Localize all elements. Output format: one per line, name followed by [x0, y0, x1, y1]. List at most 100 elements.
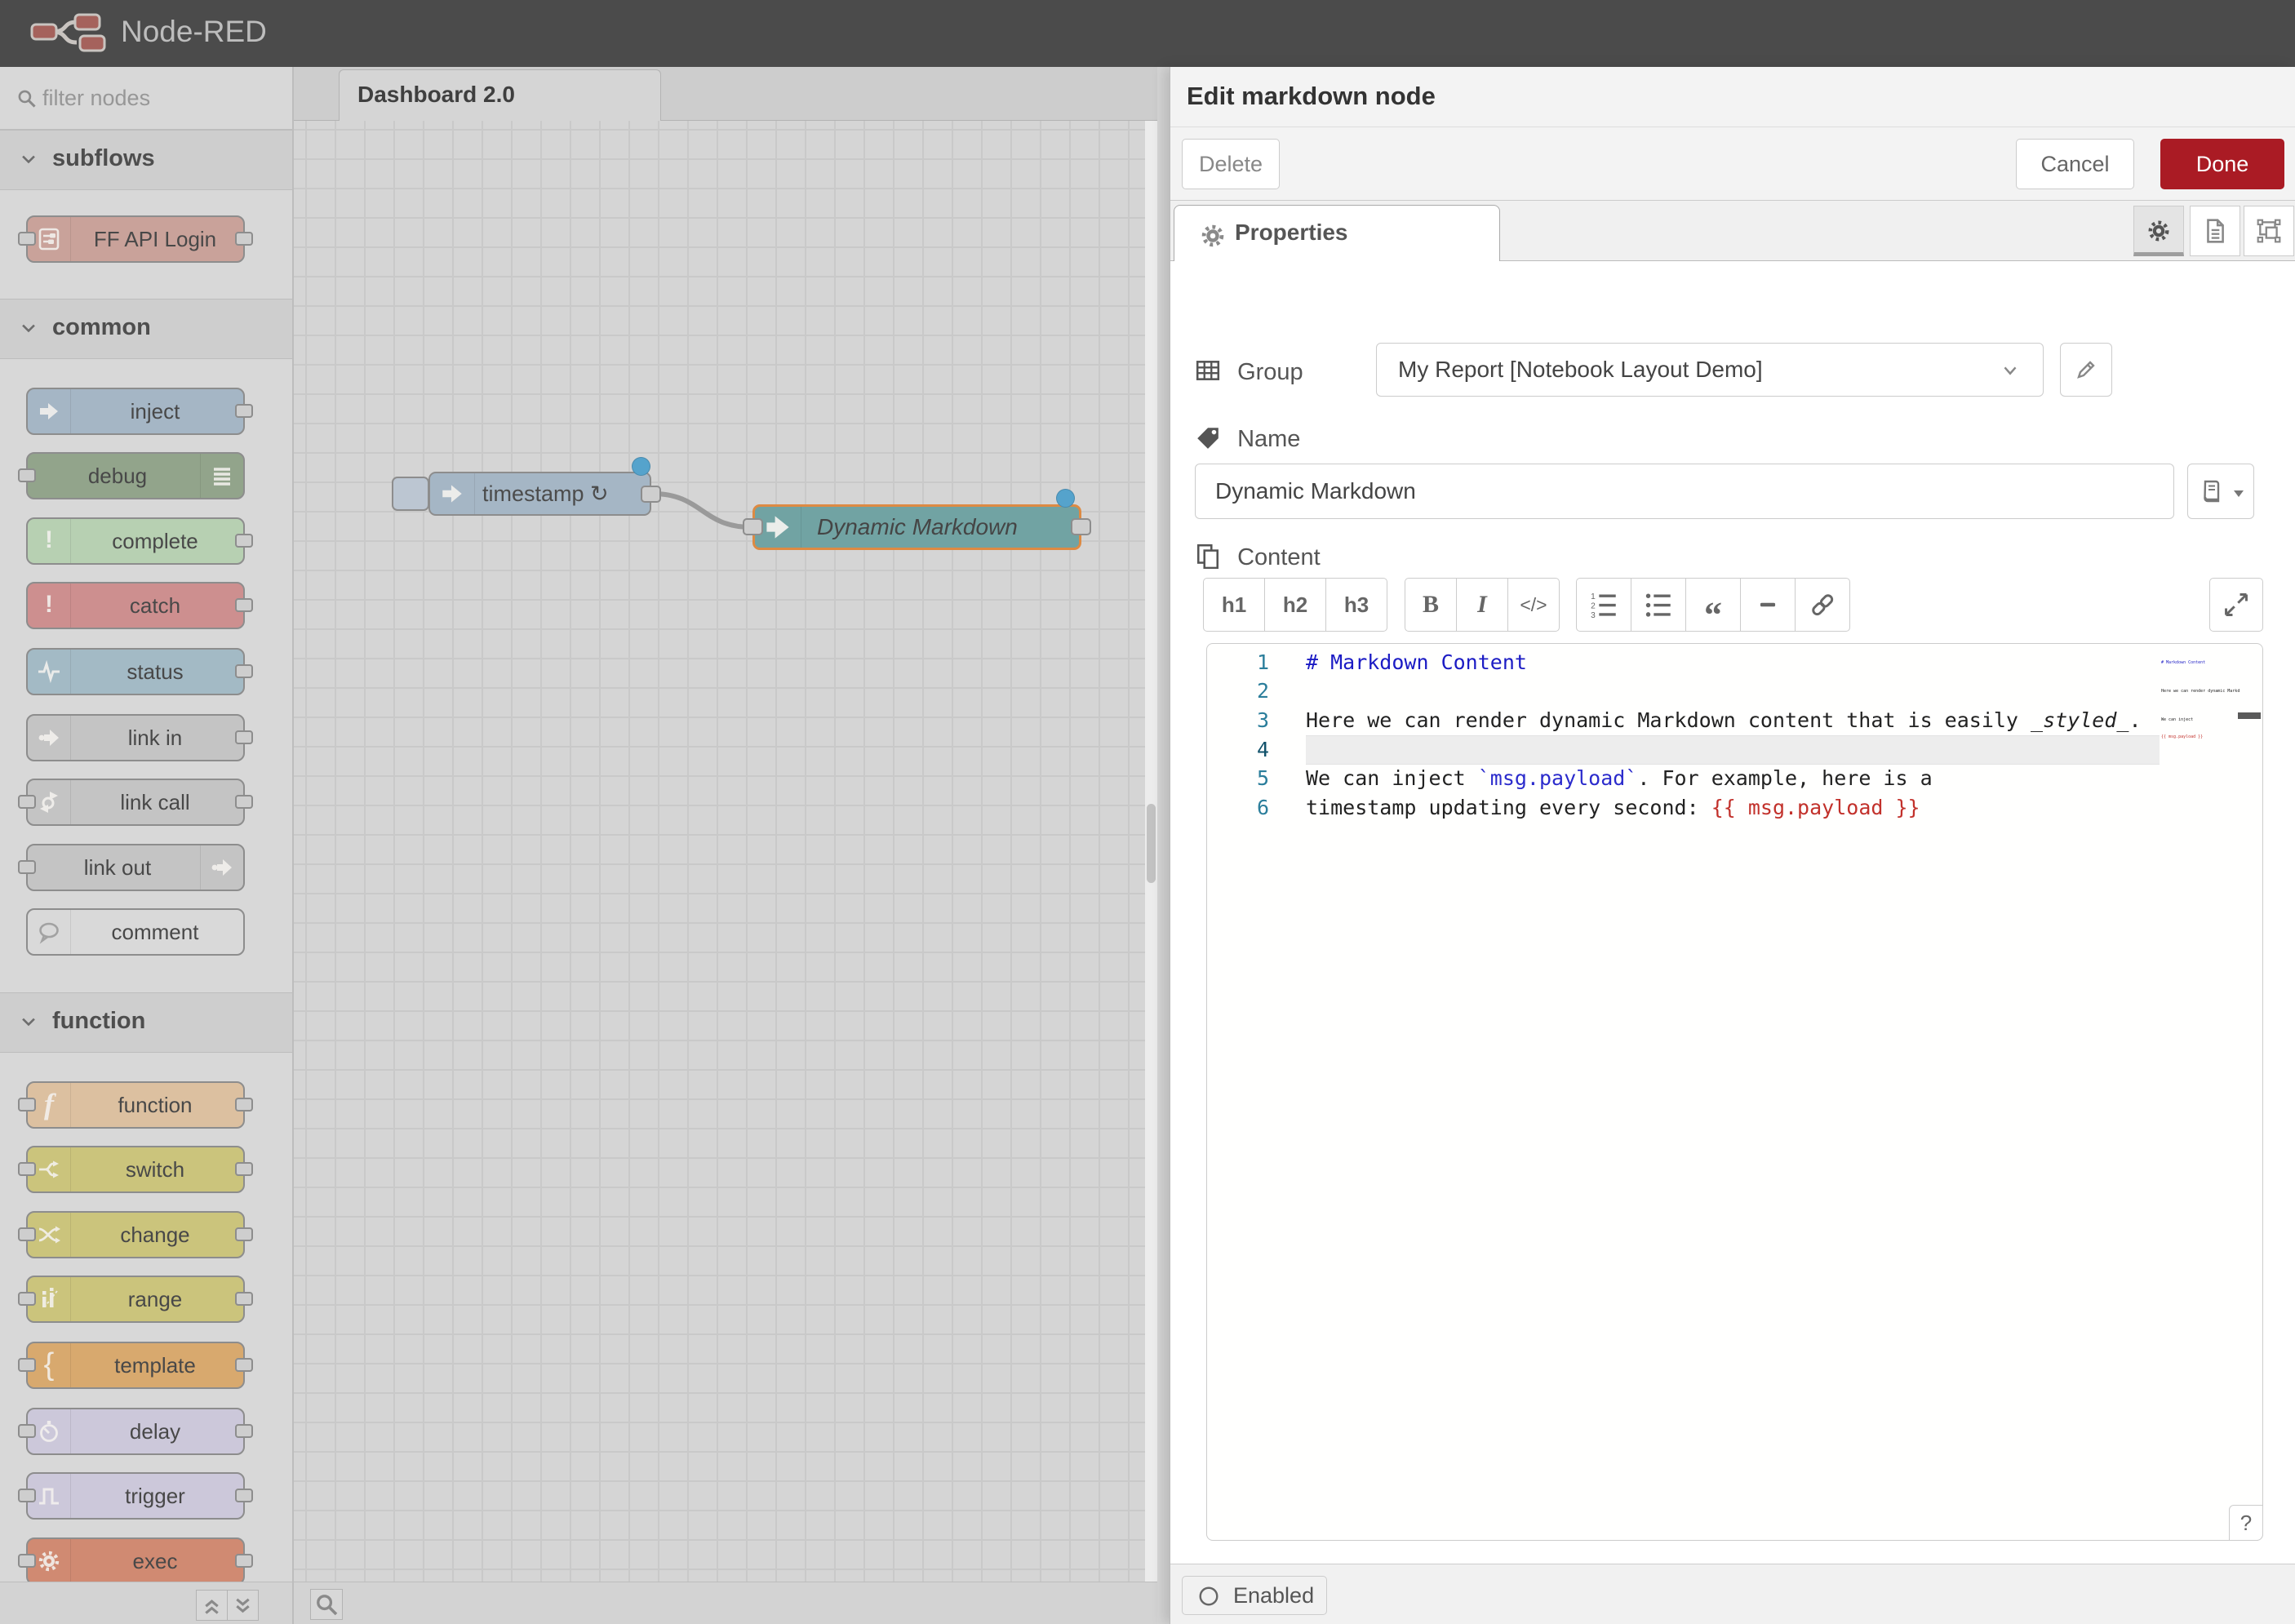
- palette-node-status[interactable]: status: [26, 648, 245, 695]
- inject-button[interactable]: [392, 477, 429, 511]
- double-chevron-up-icon: [197, 1591, 227, 1620]
- h2-button[interactable]: h2: [1264, 578, 1326, 632]
- palette-node-inject[interactable]: inject: [26, 388, 245, 435]
- canvas-scrollbar: [1145, 121, 1157, 1582]
- quote-button[interactable]: “: [1685, 578, 1741, 632]
- done-button[interactable]: Done: [2160, 139, 2284, 189]
- edit-tray: Edit markdown node Delete Cancel Done Pr…: [1170, 67, 2295, 1624]
- line-number: 2: [1207, 677, 1269, 706]
- palette-node-range[interactable]: range: [26, 1276, 245, 1323]
- properties-icon-button[interactable]: [2133, 206, 2184, 256]
- collapse-all-button[interactable]: [196, 1590, 228, 1621]
- debug-icon: [210, 464, 234, 488]
- change-icon: [37, 1222, 61, 1247]
- edit-group-button[interactable]: [2060, 343, 2112, 397]
- bold-button[interactable]: B: [1405, 578, 1457, 632]
- palette-node-switch[interactable]: switch: [26, 1146, 245, 1193]
- palette-node-function[interactable]: f function: [26, 1081, 245, 1129]
- input-port[interactable]: [743, 518, 763, 535]
- switch-icon: [37, 1157, 61, 1182]
- palette-sidebar: filter nodes subflows FF API Login commo…: [0, 67, 294, 1624]
- expand-all-button[interactable]: [227, 1590, 259, 1621]
- output-port[interactable]: [641, 486, 661, 503]
- link-call-icon: [37, 790, 61, 814]
- delay-icon: [37, 1419, 61, 1444]
- ordered-list-button[interactable]: 1 2 3: [1576, 578, 1631, 632]
- name-input-value: Dynamic Markdown: [1215, 478, 1416, 504]
- palette-node-comment[interactable]: comment: [26, 908, 245, 956]
- filter-placeholder: filter nodes: [42, 86, 150, 111]
- tag-icon: [1195, 424, 1221, 450]
- category-function[interactable]: function: [0, 992, 292, 1053]
- category-common[interactable]: common: [0, 299, 292, 359]
- editor-minimap[interactable]: # Markdown Content Here we can render dy…: [2161, 649, 2240, 747]
- delete-button[interactable]: Delete: [1182, 139, 1280, 189]
- svg-text:2: 2: [1591, 602, 1596, 611]
- zoom-search-button[interactable]: [310, 1589, 343, 1620]
- palette-node-link-in[interactable]: link in: [26, 714, 245, 761]
- port: [235, 1554, 253, 1568]
- port: [235, 664, 253, 678]
- horizontal-rule-icon: [1754, 591, 1782, 619]
- flow-node-dynamic-markdown[interactable]: Dynamic Markdown: [752, 504, 1081, 550]
- palette-node-delay[interactable]: delay: [26, 1408, 245, 1455]
- gear-icon: [1199, 222, 1227, 250]
- changed-indicator-dot: [1056, 489, 1075, 508]
- workspace-tab-bar: Dashboard 2.0: [294, 67, 1157, 121]
- palette-node-template[interactable]: { template: [26, 1342, 245, 1389]
- chevron-down-icon: [18, 149, 39, 170]
- palette-footer: [0, 1582, 292, 1624]
- h1-button[interactable]: h1: [1203, 578, 1265, 632]
- h3-button[interactable]: h3: [1325, 578, 1387, 632]
- canvas-scrollbar-thumb[interactable]: [1147, 804, 1156, 883]
- node-label: Dynamic Markdown: [817, 507, 1070, 548]
- description-icon-button[interactable]: [2190, 206, 2240, 256]
- changed-indicator-dot: [632, 457, 650, 476]
- flow-canvas-grid[interactable]: [294, 121, 1157, 1582]
- markdown-toolbar: h1 h2 h3 B I </> 1 2 3: [1170, 578, 2295, 632]
- enabled-toggle-button[interactable]: Enabled: [1182, 1576, 1327, 1615]
- code-button[interactable]: </>: [1507, 578, 1560, 632]
- tray-button-row: Delete Cancel Done: [1170, 127, 2295, 201]
- expand-icon: [2222, 591, 2250, 619]
- palette-node-trigger[interactable]: trigger: [26, 1472, 245, 1520]
- palette-node-catch[interactable]: ! catch: [26, 582, 245, 629]
- palette-node-complete[interactable]: ! complete: [26, 517, 245, 565]
- markdown-editor[interactable]: 1# Markdown Content 2 3Here we can rende…: [1206, 643, 2263, 1541]
- palette-node-change[interactable]: change: [26, 1211, 245, 1258]
- appearance-icon-button[interactable]: [2244, 206, 2294, 256]
- env-var-button[interactable]: [2187, 464, 2254, 519]
- palette-node-link-call[interactable]: link call: [26, 779, 245, 826]
- overview-ruler-marker: [2238, 712, 2261, 719]
- group-select-value: My Report [Notebook Layout Demo]: [1398, 357, 1763, 383]
- chevron-down-icon: [18, 317, 39, 339]
- flow-workspace[interactable]: Dashboard 2.0 timestamp ↻ Dynamic Markdo…: [294, 67, 1157, 1624]
- exec-gear-icon: [37, 1549, 61, 1573]
- horizontal-rule-button[interactable]: [1740, 578, 1796, 632]
- italic-button[interactable]: I: [1456, 578, 1508, 632]
- document-icon: [2202, 218, 2228, 244]
- tab-properties[interactable]: Properties: [1174, 205, 1500, 262]
- palette-node-subflow[interactable]: FF API Login: [26, 215, 245, 263]
- palette-node-exec[interactable]: exec: [26, 1537, 245, 1585]
- port: [235, 1424, 253, 1438]
- unordered-list-button[interactable]: [1631, 578, 1686, 632]
- double-chevron-down-icon: [228, 1591, 258, 1620]
- output-port[interactable]: [1071, 518, 1091, 535]
- palette-node-link-out[interactable]: link out: [26, 844, 245, 891]
- expand-editor-button[interactable]: [2209, 578, 2263, 632]
- cancel-button[interactable]: Cancel: [2016, 139, 2134, 189]
- status-icon: [37, 659, 61, 684]
- palette-filter[interactable]: filter nodes: [0, 67, 292, 130]
- node-label: timestamp ↻: [482, 473, 637, 514]
- editor-help-button[interactable]: ?: [2229, 1505, 2263, 1541]
- port: [235, 1098, 253, 1112]
- link-button[interactable]: [1795, 578, 1850, 632]
- flow-node-timestamp[interactable]: timestamp ↻: [428, 472, 651, 516]
- name-input[interactable]: Dynamic Markdown: [1195, 464, 2174, 519]
- category-subflows[interactable]: subflows: [0, 130, 292, 190]
- book-icon: [2199, 479, 2223, 504]
- group-select[interactable]: My Report [Notebook Layout Demo]: [1376, 343, 2044, 397]
- tab-dashboard-2-0[interactable]: Dashboard 2.0: [339, 69, 661, 121]
- palette-node-debug[interactable]: debug: [26, 452, 245, 499]
